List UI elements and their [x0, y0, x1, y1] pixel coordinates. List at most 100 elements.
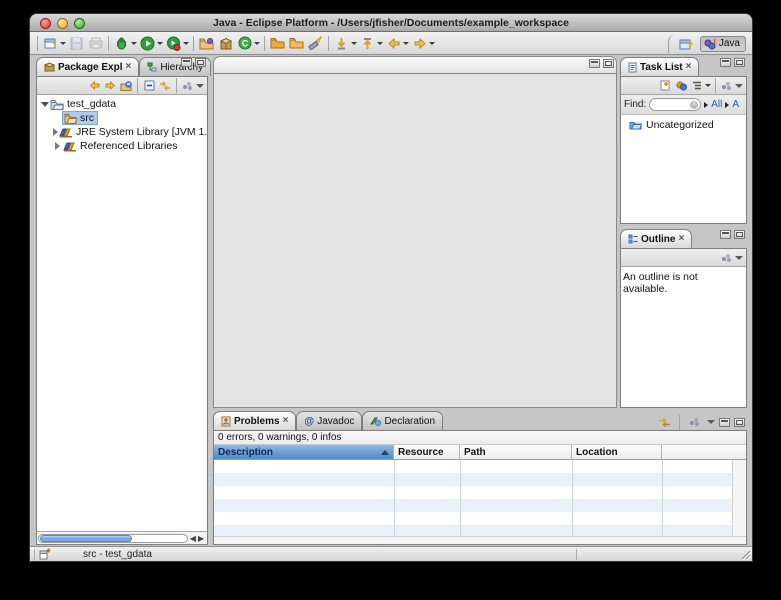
tab-javadoc[interactable]: @ Javadoc: [296, 411, 362, 430]
view-menu-icon[interactable]: [735, 84, 743, 88]
view-filters-icon[interactable]: [719, 250, 735, 266]
view-filters-icon[interactable]: [180, 78, 196, 94]
scroll-right-icon[interactable]: ▶: [198, 534, 204, 543]
tree-item-project[interactable]: test_gdata: [37, 97, 207, 111]
column-header-description[interactable]: Description: [214, 445, 394, 459]
maximize-editor-button[interactable]: [603, 59, 614, 68]
link-arrow-icon: [725, 102, 729, 108]
tab-outline[interactable]: Outline ×: [620, 229, 692, 248]
scrollbar-thumb[interactable]: [40, 535, 132, 542]
view-menu-icon[interactable]: [735, 256, 743, 260]
minimize-view-button[interactable]: [720, 230, 731, 239]
close-icon[interactable]: ×: [686, 62, 692, 72]
back-button[interactable]: [384, 34, 403, 53]
svg-text:C: C: [241, 39, 248, 49]
back-dropdown[interactable]: [403, 42, 409, 45]
task-list-content: Uncategorized: [621, 115, 746, 223]
view-filters-icon[interactable]: [719, 78, 735, 94]
tab-problems[interactable]: Problems ×: [213, 411, 296, 430]
maximize-view-button[interactable]: [734, 58, 745, 67]
forward-history-icon[interactable]: [102, 78, 118, 94]
view-mode-dropdown[interactable]: [705, 84, 711, 87]
maximize-view-button[interactable]: [195, 58, 206, 67]
open-resource-button[interactable]: [287, 34, 306, 53]
editor-area: [213, 56, 617, 408]
view-filters-icon[interactable]: [687, 414, 703, 430]
forward-dropdown[interactable]: [429, 42, 435, 45]
minimize-editor-button[interactable]: [589, 59, 600, 68]
fast-view-icon[interactable]: [39, 548, 51, 560]
new-task-icon[interactable]: [657, 78, 673, 94]
column-header-resource[interactable]: Resource: [394, 445, 460, 459]
tab-task-list[interactable]: Task List ×: [620, 57, 699, 76]
view-menu-icon[interactable]: [707, 420, 715, 424]
java-perspective-button[interactable]: J Java: [700, 36, 746, 52]
horizontal-scrollbar[interactable]: ◀ ▶: [37, 531, 207, 544]
resize-grip[interactable]: [740, 549, 751, 560]
new-java-project-button[interactable]: [197, 34, 216, 53]
maximize-view-button[interactable]: [734, 230, 745, 239]
minimize-view-button[interactable]: [720, 58, 731, 67]
filter-all-link[interactable]: All: [711, 99, 722, 110]
next-annotation-dropdown[interactable]: [377, 42, 383, 45]
search-icon[interactable]: [306, 34, 325, 53]
new-wizard-button[interactable]: [41, 34, 60, 53]
debug-button[interactable]: [112, 34, 131, 53]
open-perspective-button[interactable]: [677, 34, 696, 53]
last-edit-location-button[interactable]: [332, 34, 351, 53]
close-icon[interactable]: ×: [283, 416, 289, 426]
go-up-icon[interactable]: [118, 78, 134, 94]
vertical-scrollbar[interactable]: [732, 460, 746, 536]
maximize-view-button[interactable]: [734, 418, 745, 427]
categorize-icon[interactable]: [673, 78, 689, 94]
new-package-button[interactable]: [216, 34, 235, 53]
tree-item-referenced-libraries[interactable]: Referenced Libraries: [37, 139, 207, 153]
clear-search-icon[interactable]: ×: [690, 101, 698, 109]
new-class-dropdown[interactable]: [254, 42, 260, 45]
open-type-button[interactable]: [268, 34, 287, 53]
last-edit-dropdown[interactable]: [351, 42, 357, 45]
library-icon: [59, 127, 73, 138]
external-tools-button[interactable]: [164, 34, 183, 53]
minimize-view-button[interactable]: [181, 58, 192, 67]
forward-button[interactable]: [410, 34, 429, 53]
tree-item-src[interactable]: src: [37, 111, 207, 125]
collapse-arrow-icon[interactable]: [40, 100, 49, 109]
find-input[interactable]: [654, 99, 690, 110]
package-explorer-toolbar: [37, 77, 207, 95]
debug-dropdown[interactable]: [131, 42, 137, 45]
filter-tasks-icon[interactable]: [656, 414, 672, 430]
view-menu-icon[interactable]: [196, 84, 204, 88]
close-icon[interactable]: ×: [678, 234, 684, 244]
tab-declaration[interactable]: Declaration: [362, 411, 443, 430]
next-annotation-button[interactable]: [358, 34, 377, 53]
scroll-left-icon[interactable]: ◀: [190, 534, 196, 543]
horizontal-scrollbar[interactable]: [214, 536, 746, 544]
column-header-location[interactable]: Location: [572, 445, 662, 459]
tab-label: Problems: [234, 416, 280, 427]
title-bar[interactable]: Java - Eclipse Platform - /Users/jfisher…: [30, 14, 752, 32]
task-category-row[interactable]: Uncategorized: [621, 118, 746, 132]
external-tools-dropdown[interactable]: [183, 42, 189, 45]
expand-arrow-icon[interactable]: [53, 142, 62, 151]
run-dropdown[interactable]: [157, 42, 163, 45]
run-button[interactable]: [138, 34, 157, 53]
new-class-button[interactable]: C: [235, 34, 254, 53]
print-button[interactable]: [86, 34, 105, 53]
collapse-all-icon[interactable]: [141, 78, 157, 94]
column-header-path[interactable]: Path: [460, 445, 572, 459]
problems-table-header: Description Resource Path Location: [214, 445, 746, 460]
save-button[interactable]: [67, 34, 86, 53]
link-with-editor-icon[interactable]: [157, 78, 173, 94]
scrollbar-track[interactable]: [38, 534, 188, 543]
filter-activate-link[interactable]: A: [732, 99, 739, 110]
back-history-icon[interactable]: [86, 78, 102, 94]
close-icon[interactable]: ×: [125, 62, 131, 72]
tree-item-jre[interactable]: JRE System Library [JVM 1.5.0 (M: [37, 125, 207, 139]
new-wizard-dropdown[interactable]: [60, 42, 66, 45]
expand-arrow-icon[interactable]: [53, 128, 58, 137]
tab-package-explorer[interactable]: Package Expl ×: [36, 57, 139, 76]
toolbar-separator: [37, 36, 38, 51]
minimize-view-button[interactable]: [719, 418, 730, 427]
view-mode-icon[interactable]: [689, 78, 705, 94]
